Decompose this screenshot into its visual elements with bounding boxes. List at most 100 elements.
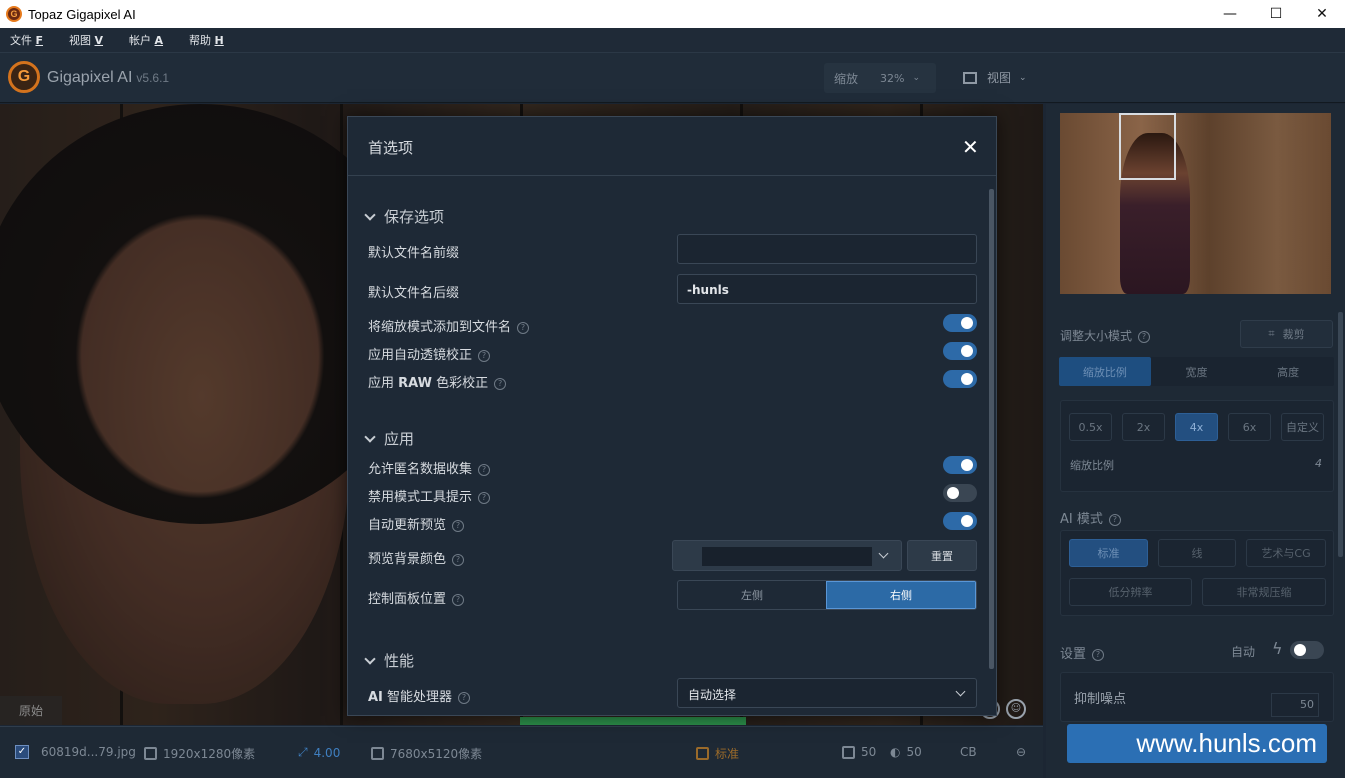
ai-mode-lines[interactable]: 线	[1158, 539, 1236, 567]
help-icon: ?	[494, 377, 507, 390]
tab-scale[interactable]: 缩放比例	[1059, 357, 1151, 386]
color-swatch	[702, 547, 872, 566]
help-icon: ?	[478, 349, 491, 362]
add-scale-toggle[interactable]	[943, 314, 977, 332]
scale-4x-button[interactable]: 4x	[1175, 413, 1218, 441]
window-close-button[interactable]: ✕	[1299, 0, 1345, 28]
scale-options: 0.5x 2x 4x 6x 自定义 缩放比例 4	[1060, 400, 1334, 492]
view-dropdown[interactable]: 视图 ⌄	[963, 69, 1027, 86]
remove-icon[interactable]: ⊖	[1016, 745, 1026, 759]
ai-mode-options: 标准 线 艺术与CG 低分辨率 非常规压缩	[1060, 530, 1334, 616]
panel-right-option[interactable]: 右侧	[826, 581, 976, 609]
auto-label: 自动	[1231, 645, 1256, 659]
bg-color-picker[interactable]	[672, 540, 902, 571]
zoom-label: 缩放	[834, 71, 859, 86]
help-icon: ?	[458, 691, 471, 704]
help-icon: ?	[478, 491, 491, 504]
crop-button[interactable]: ⌗ 裁剪	[1240, 320, 1333, 348]
menu-bar: 文件 F 视图 V 帐户 A 帮助 H	[0, 28, 1345, 53]
auto-preview-toggle[interactable]	[943, 512, 977, 530]
input-size: 1920x1280像素	[163, 747, 256, 761]
help-icon: ?	[517, 321, 530, 334]
lens-toggle[interactable]	[943, 342, 977, 360]
title-bar: G Topaz Gigapixel AI — ☐ ✕	[0, 0, 1345, 28]
minimize-button[interactable]: —	[1207, 0, 1253, 28]
cb-label: CB	[960, 745, 977, 759]
dialog-title: 首选项	[368, 139, 414, 157]
settings-label: 设置?	[1060, 643, 1105, 662]
image-checkbox[interactable]: ✓	[15, 745, 29, 759]
menu-help[interactable]: 帮助 H	[189, 32, 224, 48]
navigator-thumbnail[interactable]	[1060, 113, 1331, 294]
menu-file[interactable]: 文件 F	[10, 32, 43, 48]
chevron-down-icon: ⌄	[912, 73, 921, 83]
chevron-down-icon	[364, 430, 376, 443]
preferences-dialog: 首选项 ✕ 保存选项 默认文件名前缀 默认文件名后缀 -hunls 将缩放模式添…	[347, 116, 997, 716]
scale-icon: ⤢	[298, 745, 308, 759]
scale-custom-button[interactable]: 自定义	[1281, 413, 1324, 441]
dialog-scrollbar[interactable]	[989, 189, 994, 669]
file-name: 60819d...79.jpg	[41, 745, 136, 759]
noise-input[interactable]: 50	[1271, 693, 1319, 717]
menu-account[interactable]: 帐户 A	[129, 32, 163, 48]
reset-button[interactable]: 重置	[907, 540, 977, 571]
raw-label: 应用 RAW 色彩校正?	[368, 372, 507, 391]
input-size-icon	[144, 747, 157, 760]
zoom-value: 32%	[880, 71, 905, 85]
chevron-down-icon	[878, 548, 889, 559]
save-button[interactable]: www.hunls.com	[1067, 724, 1327, 763]
disable-tips-label: 禁用模式工具提示?	[368, 486, 491, 505]
app-name: Gigapixel AI v5.6.1	[47, 69, 170, 86]
anon-label: 允许匿名数据收集?	[368, 458, 491, 477]
tab-width[interactable]: 宽度	[1151, 357, 1243, 386]
noise-icon	[842, 745, 855, 759]
noise-label: 抑制噪点	[1074, 692, 1127, 707]
dialog-close-icon[interactable]: ✕	[962, 135, 979, 159]
menu-view[interactable]: 视图 V	[69, 32, 103, 48]
panel-scrollbar[interactable]	[1338, 312, 1343, 557]
app-logo-icon: G	[6, 6, 22, 22]
panel-left-option[interactable]: 左侧	[678, 581, 826, 609]
ai-mode-standard[interactable]: 标准	[1069, 539, 1148, 567]
crop-icon: ⌗	[1268, 327, 1275, 340]
scale-2x-button[interactable]: 2x	[1122, 413, 1165, 441]
scale-6x-button[interactable]: 6x	[1228, 413, 1271, 441]
lightning-icon: ϟ	[1272, 639, 1283, 658]
suffix-label: 默认文件名后缀	[368, 286, 460, 301]
noise-value: 50	[861, 745, 877, 759]
prefix-input[interactable]	[677, 234, 977, 264]
anon-toggle[interactable]	[943, 456, 977, 474]
disable-tips-toggle[interactable]	[943, 484, 977, 502]
help-icon: ?	[452, 553, 465, 566]
auto-toggle[interactable]	[1290, 641, 1324, 659]
resize-mode-label: 调整大小模式?	[1060, 327, 1151, 344]
scale-0.5x-button[interactable]: 0.5x	[1069, 413, 1112, 441]
chevron-down-icon	[364, 208, 376, 221]
mode-icon	[696, 747, 709, 760]
processor-select[interactable]: 自动选择	[677, 678, 977, 708]
raw-toggle[interactable]	[943, 370, 977, 388]
section-save-options[interactable]: 保存选项	[364, 206, 444, 227]
ai-mode-art-cg[interactable]: 艺术与CG	[1246, 539, 1326, 567]
chevron-down-icon: ⌄	[1019, 72, 1027, 83]
suffix-input[interactable]: -hunls	[677, 274, 977, 304]
section-performance[interactable]: 性能	[364, 650, 414, 671]
view-label: 视图	[987, 71, 1012, 85]
toolbar: G Gigapixel AI v5.6.1 缩放 32% ⌄ 视图 ⌄	[0, 53, 1345, 103]
face-icon[interactable]: ☺	[1006, 699, 1026, 719]
maximize-button[interactable]: ☐	[1253, 0, 1299, 28]
help-icon: ?	[478, 463, 491, 476]
ai-mode-label: AI 模式?	[1060, 508, 1121, 527]
section-app[interactable]: 应用	[364, 428, 414, 449]
help-icon: ?	[1138, 330, 1151, 343]
viewport-selector[interactable]	[1119, 113, 1176, 180]
zoom-dropdown[interactable]: 缩放 32% ⌄	[824, 63, 936, 93]
help-icon: ?	[1108, 513, 1121, 526]
ai-mode-low-res[interactable]: 低分辨率	[1069, 578, 1192, 606]
ai-mode-compressed[interactable]: 非常规压缩	[1202, 578, 1326, 606]
output-size-icon	[371, 747, 384, 760]
chevron-down-icon	[364, 652, 376, 665]
tab-height[interactable]: 高度	[1242, 357, 1334, 386]
status-bar: ✓ 60819d...79.jpg 1920x1280像素 ⤢ 4.00 768…	[0, 726, 1043, 778]
processor-label: AI 智能处理器?	[368, 686, 471, 705]
